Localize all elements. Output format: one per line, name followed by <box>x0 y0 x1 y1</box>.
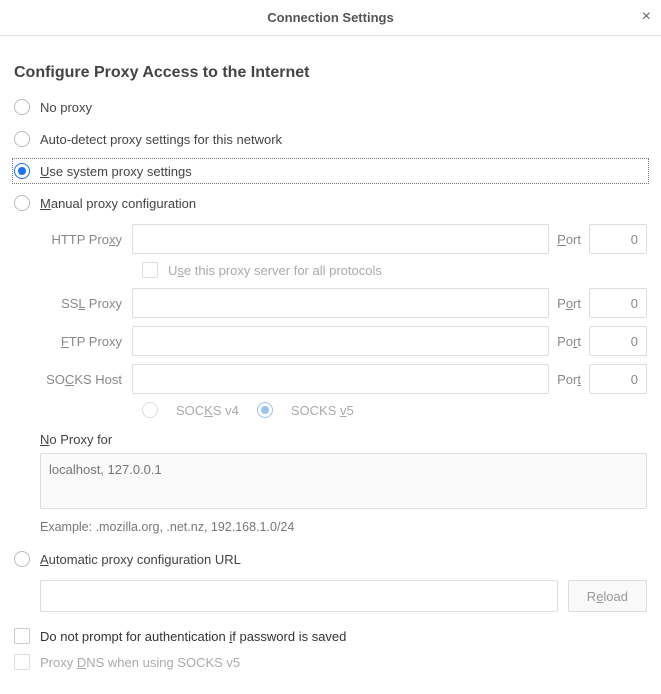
manual-proxy-section: HTTP Proxy Port Use this proxy server fo… <box>40 224 647 534</box>
radio-icon <box>142 402 158 418</box>
pac-row: Reload <box>40 580 647 612</box>
checkbox-icon <box>14 628 30 644</box>
checkbox-icon <box>14 654 30 670</box>
radio-use-system[interactable]: Use system proxy settings <box>14 160 647 182</box>
ftp-proxy-row: FTP Proxy Port <box>40 326 647 356</box>
radio-pac[interactable]: Automatic proxy configuration URL <box>14 548 647 570</box>
ftp-port-input[interactable] <box>589 326 647 356</box>
socks-port-input[interactable] <box>589 364 647 394</box>
http-proxy-label: HTTP Proxy <box>40 232 132 247</box>
radio-label: Manual proxy configuration <box>40 196 196 211</box>
checkbox-icon <box>142 262 158 278</box>
radio-icon <box>14 131 30 147</box>
radio-label: Use system proxy settings <box>40 164 192 179</box>
ssl-port-input[interactable] <box>589 288 647 318</box>
proxy-dns-label: Proxy DNS when using SOCKS v5 <box>40 655 240 670</box>
section-heading: Configure Proxy Access to the Internet <box>14 64 647 82</box>
socks-host-label: SOCKS Host <box>40 372 132 387</box>
radio-label: No proxy <box>40 100 92 115</box>
radio-icon <box>14 195 30 211</box>
title-bar: Connection Settings × <box>0 0 661 36</box>
pac-url-input[interactable] <box>40 580 558 612</box>
ftp-proxy-input[interactable] <box>132 326 549 356</box>
socks-host-row: SOCKS Host Port <box>40 364 647 394</box>
dialog-content: Configure Proxy Access to the Internet N… <box>0 36 661 694</box>
proxy-dns-row[interactable]: Proxy DNS when using SOCKS v5 <box>14 654 647 670</box>
radio-icon <box>257 402 273 418</box>
no-proxy-example: Example: .mozilla.org, .net.nz, 192.168.… <box>40 520 647 534</box>
radio-label: Auto-detect proxy settings for this netw… <box>40 132 282 147</box>
radio-icon <box>14 99 30 115</box>
dialog-title: Connection Settings <box>267 10 393 25</box>
share-proxy-label: Use this proxy server for all protocols <box>168 263 382 278</box>
share-proxy-row[interactable]: Use this proxy server for all protocols <box>142 262 647 278</box>
radio-icon <box>14 163 30 179</box>
socks-v5-label: SOCKS v5 <box>291 403 354 418</box>
radio-socks-v4[interactable]: SOCKS v4 <box>142 402 239 418</box>
no-prompt-row[interactable]: Do not prompt for authentication if pass… <box>14 628 647 644</box>
socks-v4-label: SOCKS v4 <box>176 403 239 418</box>
radio-label: Automatic proxy configuration URL <box>40 552 241 567</box>
port-label: Port <box>549 334 589 349</box>
http-proxy-row: HTTP Proxy Port <box>40 224 647 254</box>
ssl-proxy-input[interactable] <box>132 288 549 318</box>
radio-auto-detect[interactable]: Auto-detect proxy settings for this netw… <box>14 128 647 150</box>
ssl-proxy-label: SSL Proxy <box>40 296 132 311</box>
radio-socks-v5[interactable]: SOCKS v5 <box>257 402 354 418</box>
port-label: Port <box>549 296 589 311</box>
socks-version-row: SOCKS v4 SOCKS v5 <box>142 402 647 418</box>
no-proxy-for-label: No Proxy for <box>40 432 647 447</box>
radio-manual[interactable]: Manual proxy configuration <box>14 192 647 214</box>
ssl-proxy-row: SSL Proxy Port <box>40 288 647 318</box>
no-proxy-for-input[interactable] <box>40 453 647 509</box>
ftp-proxy-label: FTP Proxy <box>40 334 132 349</box>
http-proxy-input[interactable] <box>132 224 549 254</box>
reload-button[interactable]: Reload <box>568 580 647 612</box>
radio-no-proxy[interactable]: No proxy <box>14 96 647 118</box>
http-port-input[interactable] <box>589 224 647 254</box>
radio-icon <box>14 551 30 567</box>
no-prompt-label: Do not prompt for authentication if pass… <box>40 629 346 644</box>
close-icon[interactable]: × <box>642 8 651 26</box>
port-label: Port <box>549 372 589 387</box>
port-label: Port <box>549 232 589 247</box>
socks-host-input[interactable] <box>132 364 549 394</box>
